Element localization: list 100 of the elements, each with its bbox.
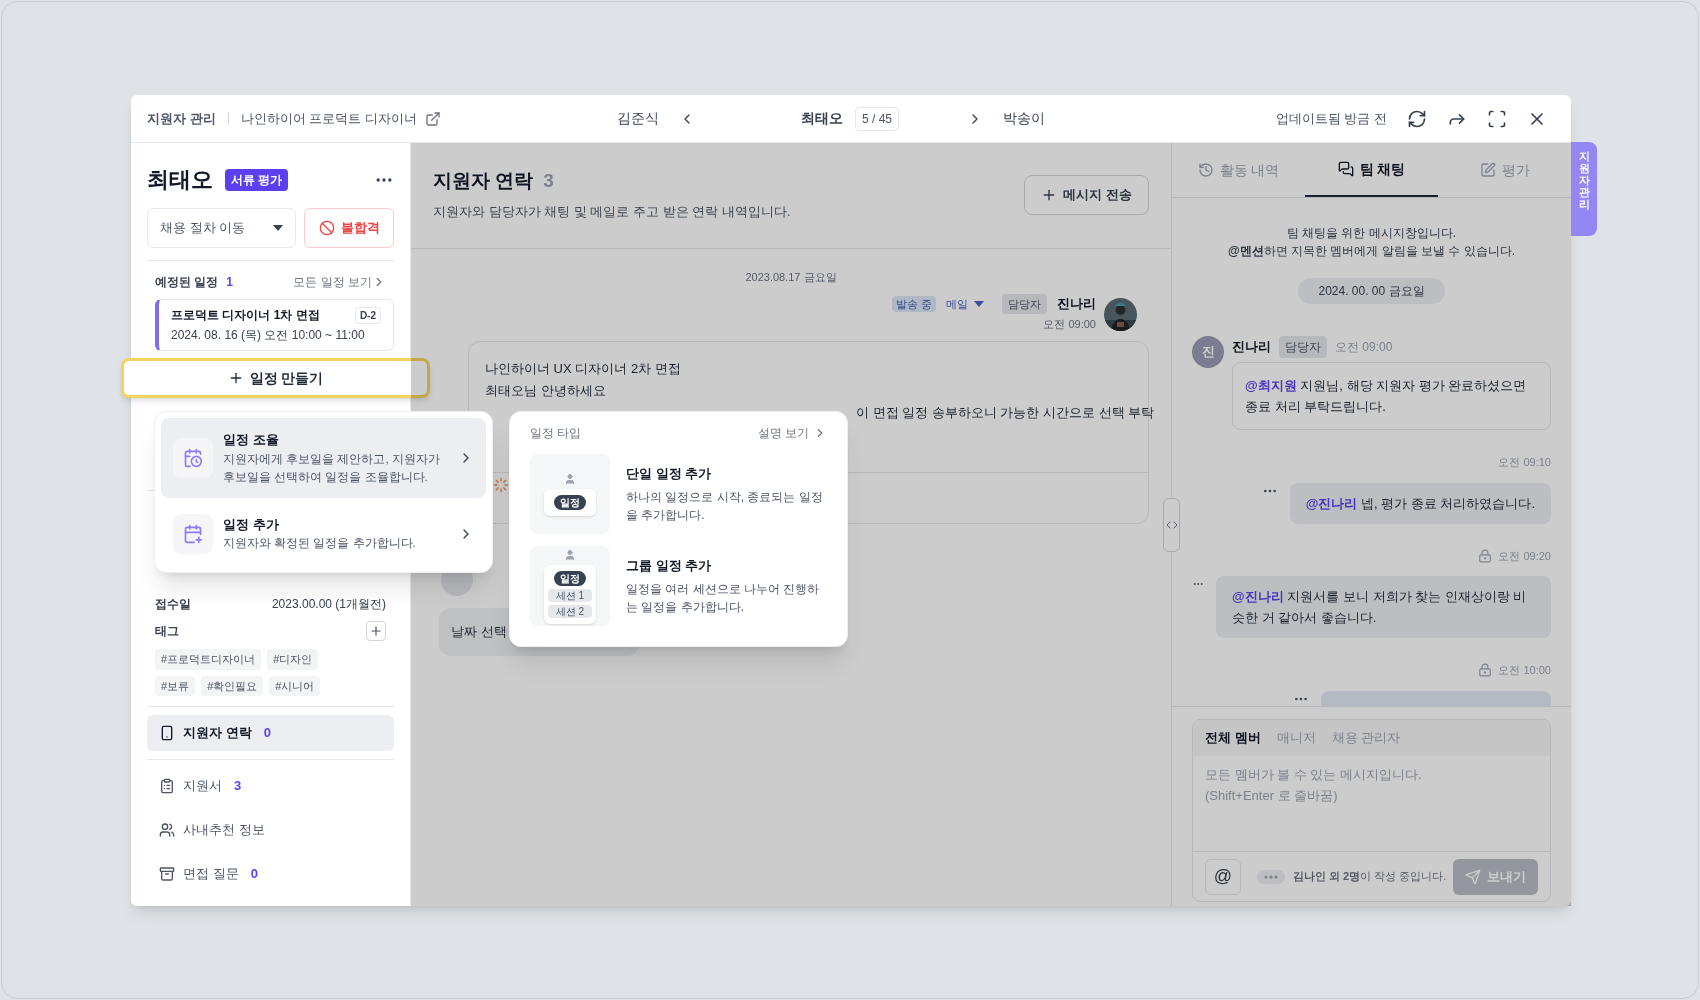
session-label: 세션 1: [548, 588, 592, 602]
nav-item[interactable]: 면접 질문 0: [147, 856, 394, 892]
option-title: 그룹 일정 추가: [626, 557, 713, 576]
caret-icon: [273, 225, 283, 231]
message-time: 오전 09:00: [1043, 317, 1096, 332]
message-time: 오전 09:00: [1335, 339, 1393, 356]
field-value: 2023.00.00 (1개월전): [271, 596, 386, 613]
message-time: 오전 09:10: [1498, 455, 1551, 470]
people-icon: [159, 822, 175, 838]
typing-status: 김나인 외 2명이 작성 중입니다.: [1293, 869, 1447, 885]
section-heading: 지원자 연락: [433, 169, 534, 193]
audience-tab[interactable]: 전체 멤버: [1205, 728, 1261, 748]
section-subtitle: 지원자와 담당자가 채팅 및 메일로 주고 받은 연락 내역입니다.: [433, 202, 791, 221]
calendar-plus-icon: [183, 523, 203, 544]
calendar-clock-icon: [183, 447, 203, 468]
breadcrumb-link[interactable]: 지원자 관리: [147, 108, 216, 129]
menu-option[interactable]: 일정 조율 지원자에게 후보일을 제안하고, 지원자가 후보일을 선택하여 일정을 조율합니다.: [161, 418, 486, 498]
role-badge: 담당자: [1279, 336, 1327, 358]
chat-icon: [1337, 161, 1354, 177]
option-title: 단일 일정 추가: [626, 465, 713, 484]
event-title: 프로덕트 디자이너 1차 면접: [171, 307, 320, 324]
section-title: 예정된 일정: [155, 274, 219, 291]
schedule-badge: 일정: [554, 570, 586, 586]
send-message-button[interactable]: 메시지 전송: [1024, 175, 1149, 215]
status-badge: 발송 중: [891, 295, 936, 312]
message-input[interactable]: 모든 멤버가 볼 수 있는 메시지입니다. (Shift+Enter 로 줄바꿈): [1193, 756, 1550, 844]
prev-applicant-link[interactable]: 김준식: [617, 108, 659, 129]
role-badge: 담당자: [1002, 293, 1047, 314]
tag-chip[interactable]: #보류: [155, 675, 196, 696]
option-description: 지원자와 확정된 일정을 추가합니다.: [223, 536, 417, 552]
view-all-link[interactable]: 모든 일정 보기: [293, 273, 386, 291]
phone-icon: [159, 725, 175, 741]
event-time: 2024. 08. 16 (목) 오전 10:00 ~ 11:00: [171, 327, 366, 344]
mail-line: 나인하이너 UX 디자이너 2차 면접: [485, 359, 681, 378]
sender-name: 진나리: [1232, 338, 1271, 357]
person-icon: [564, 472, 576, 485]
tray-icon: [159, 866, 175, 882]
message-time: 오전 10:00: [1498, 663, 1551, 678]
field-label: 태그: [155, 623, 179, 640]
nav-item[interactable]: 사내추천 정보: [147, 812, 394, 848]
event-card[interactable]: 프로덕트 디자이너 1차 면접 D-2 2024. 08. 16 (목) 오전 10:00 ~ 11:00: [155, 299, 394, 351]
chat-bubble: @진나리 넵, 평가 종료 처리하였습니다.: [1289, 482, 1551, 524]
option-title: 일정 조율: [223, 431, 280, 449]
nav-item[interactable]: 지원서 3: [147, 768, 394, 804]
notice-text: @멘션하면 지목한 멤버에게 알림을 보낼 수 있습니다.: [1227, 243, 1515, 260]
create-schedule-button[interactable]: 일정 만들기: [121, 358, 430, 398]
ban-icon: [318, 220, 335, 236]
notice-text: 팀 채팅을 위한 메시지창입니다.: [1286, 225, 1457, 242]
stage-badge: 서류 평가: [225, 168, 289, 191]
tag-chip[interactable]: #디자인: [267, 649, 319, 670]
channel-select[interactable]: 메일: [942, 295, 988, 312]
reject-button[interactable]: 불합격: [304, 208, 394, 248]
option-title: 일정 추가: [223, 515, 280, 534]
lock-icon: [1478, 663, 1493, 678]
field-label: 접수일: [155, 596, 191, 613]
tag-chip[interactable]: #시니어: [269, 675, 321, 696]
date-label: 2023.08.17 금요일: [745, 270, 837, 285]
caret-icon: [974, 300, 984, 307]
refresh-icon[interactable]: [1407, 108, 1427, 129]
history-icon: [1197, 162, 1214, 178]
updated-label: 업데이트됨 방금 전: [1275, 109, 1387, 128]
edit-icon: [1479, 162, 1496, 178]
option-description: 지원자에게 후보일을 제안하고, 지원자가 후보일을 선택하여 일정을 조율합니다.: [223, 451, 441, 485]
chat-bubble: @진나리 지원서를 보니 저희가 찾는 인재상이랑 비슷한 거 같아서 좋습니다.: [1216, 576, 1551, 638]
collapse-handle[interactable]: [1163, 498, 1180, 552]
sender-name: 진나리: [1057, 295, 1096, 313]
panel-tab[interactable]: 팀 채팅: [1305, 143, 1438, 197]
message-time: 오전 09:20: [1498, 548, 1551, 564]
current-applicant: 최태오: [801, 109, 843, 128]
external-link-icon[interactable]: [424, 110, 441, 127]
mail-line: 이 면접 일정 송부하오니 가능한 시간으로 선택 부탁: [856, 403, 1155, 422]
avatar-icon: 진: [1192, 336, 1224, 368]
option-description: 하나의 일정으로 시작, 종료되는 일정을 추가합니다.: [626, 488, 824, 524]
next-applicant-link[interactable]: 박송이: [1003, 108, 1046, 129]
date-pill: 2024. 00. 00 금요일: [1298, 278, 1445, 304]
add-tag-button[interactable]: [366, 621, 386, 641]
tag-chip[interactable]: #프로덕트디자이너: [155, 649, 262, 670]
mention-button[interactable]: @: [1205, 858, 1241, 895]
help-link[interactable]: 설명 보기: [757, 424, 827, 442]
chat-bubble: @최지원 지원님, 해당 지원자 평가 완료하셨으면 종료 처리 부탁드립니다.: [1232, 362, 1551, 430]
chevrons-icon: [1165, 519, 1178, 531]
type-option[interactable]: 일정 단일 일정 추가 하나의 일정으로 시작, 종료되는 일정을 추가합니다.: [530, 454, 827, 534]
popup-title: 일정 타입: [530, 425, 582, 442]
plus-icon: [369, 624, 383, 638]
mail-line: 최태오님 안녕하세요: [485, 381, 606, 400]
person-icon: [564, 548, 576, 561]
schedule-badge: 일정: [554, 494, 586, 510]
typing-indicator-icon: [1257, 869, 1285, 884]
clipboard-icon: [159, 778, 175, 794]
fullscreen-icon[interactable]: [1487, 108, 1507, 129]
lock-icon: [1478, 548, 1493, 563]
schedule-count: 1: [226, 274, 234, 291]
session-label: 세션 2: [548, 604, 592, 618]
tag-chip[interactable]: #확인필요: [201, 675, 264, 696]
nav-item[interactable]: 지원자 연락 0: [147, 715, 394, 751]
breadcrumb-link[interactable]: 나인하이어 프로덕트 디자이너: [240, 108, 417, 129]
stage-select[interactable]: 채용 절차 이동: [147, 208, 296, 248]
applicant-name: 최태오: [147, 166, 213, 194]
contact-count: 3: [543, 169, 554, 193]
dday-badge: D-2: [354, 306, 381, 324]
